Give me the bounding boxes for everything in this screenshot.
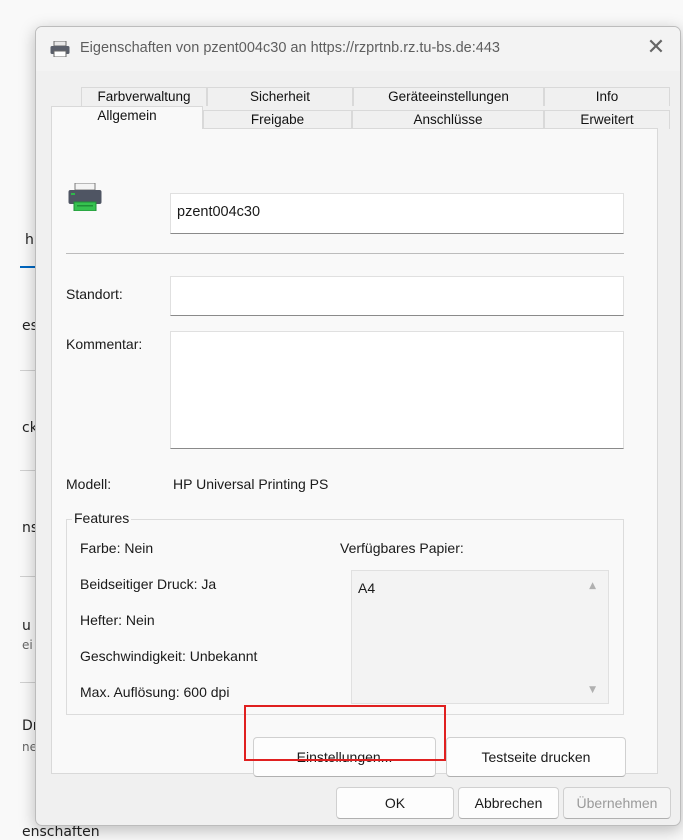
location-field[interactable] — [170, 276, 624, 316]
divider — [66, 253, 624, 254]
feature-speed: Geschwindigkeit: Unbekannt — [80, 648, 258, 664]
background-text: h — [25, 232, 34, 248]
printer-icon — [50, 41, 70, 57]
tab-sicherheit[interactable]: Sicherheit — [207, 87, 353, 106]
tab-geraeteeinstellungen[interactable]: Geräteeinstellungen — [353, 87, 544, 106]
background-text: enschaften — [22, 824, 100, 840]
cancel-button[interactable]: Abbrechen — [458, 787, 559, 819]
tab-anschluesse[interactable]: Anschlüsse — [352, 110, 544, 129]
ok-button[interactable]: OK — [336, 787, 454, 819]
scroll-down-arrow-icon[interactable]: ▼ — [589, 685, 596, 695]
feature-color: Farbe: Nein — [80, 540, 154, 556]
printer-icon — [68, 183, 102, 211]
paper-list[interactable]: A4 ▲ ▼ — [351, 570, 609, 704]
feature-duplex: Beidseitiger Druck: Ja — [80, 576, 217, 592]
apply-button[interactable]: Übernehmen — [563, 787, 671, 819]
comment-label: Kommentar: — [66, 336, 143, 352]
printer-properties-dialog: Eigenschaften von pzent004c30 an https:/… — [35, 26, 681, 826]
printer-name-value: pzent004c30 — [177, 204, 261, 220]
tab-farbverwaltung[interactable]: Farbverwaltung — [81, 87, 207, 106]
title-bar[interactable]: Eigenschaften von pzent004c30 an https:/… — [36, 27, 680, 71]
dialog-title: Eigenschaften von pzent004c30 an https:/… — [80, 40, 500, 56]
background-text: u — [22, 618, 31, 634]
features-title: Features — [72, 510, 132, 526]
paper-item[interactable]: A4 — [358, 580, 375, 596]
tab-freigabe[interactable]: Freigabe — [203, 110, 352, 129]
location-label: Standort: — [66, 286, 123, 302]
feature-resolution: Max. Auflösung: 600 dpi — [80, 684, 230, 700]
tab-erweitert[interactable]: Erweitert — [544, 110, 670, 129]
tab-info[interactable]: Info — [544, 87, 670, 106]
scroll-up-arrow-icon[interactable]: ▲ — [589, 581, 596, 591]
highlight-box — [244, 705, 446, 761]
comment-field[interactable] — [170, 331, 624, 449]
general-tab-pane: pzent004c30 Standort: Kommentar: Modell:… — [51, 128, 658, 777]
model-value: HP Universal Printing PS — [173, 476, 329, 492]
print-test-page-button[interactable]: Testseite drucken — [446, 737, 626, 777]
background-accent — [20, 266, 36, 268]
feature-stapler: Hefter: Nein — [80, 612, 155, 628]
model-label: Modell: — [66, 476, 112, 492]
printer-name-field[interactable]: pzent004c30 — [170, 193, 624, 234]
paper-label: Verfügbares Papier: — [340, 540, 464, 556]
close-button[interactable]: ✕ — [640, 35, 672, 63]
background-text: ei — [22, 638, 33, 652]
tab-allgemein[interactable]: Allgemein — [51, 106, 203, 129]
